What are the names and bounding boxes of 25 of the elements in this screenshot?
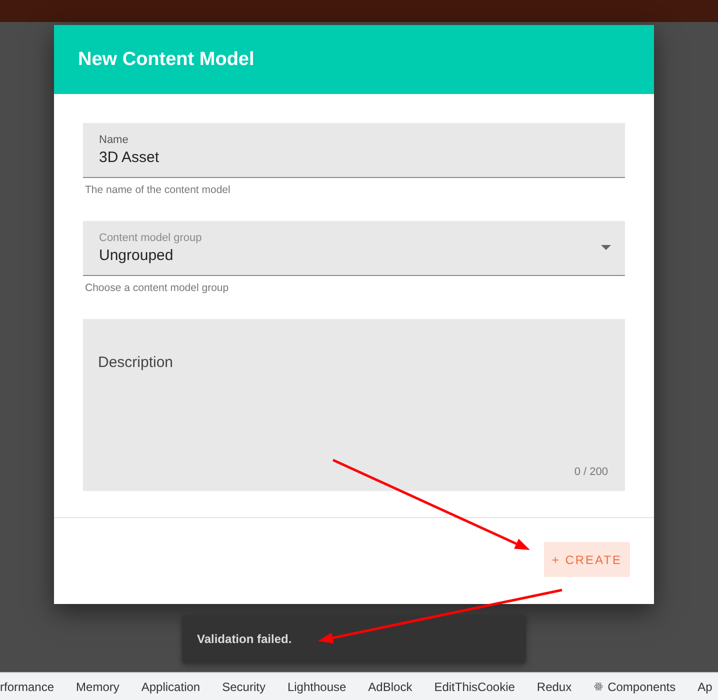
devtools-tab[interactable]: EditThisCookie (434, 673, 515, 700)
field-label: Description (98, 354, 174, 372)
dialog-title: New Content Model (78, 48, 254, 72)
devtools-tab[interactable]: Lighthouse (287, 673, 346, 700)
devtools-tab[interactable]: Memory (76, 673, 120, 700)
helper-text: Choose a content model group (85, 282, 229, 295)
devtools-tab[interactable]: Components (594, 673, 676, 700)
name-field[interactable]: Name 3D Asset (83, 123, 625, 178)
snackbar-message: Validation failed. (197, 631, 292, 647)
devtools-tab[interactable]: rformance (0, 673, 54, 700)
devtools-tab[interactable]: Security (222, 673, 266, 700)
field-label: Name (99, 133, 130, 147)
caret-icon (601, 244, 611, 250)
atom-icon (594, 682, 603, 691)
field-label: Content model group (99, 231, 203, 245)
field-value: Ungrouped (99, 247, 174, 265)
helper-text: The name of the content model (85, 184, 230, 197)
devtools-tab[interactable]: Redux (536, 673, 572, 700)
group-select[interactable]: Content model group Ungrouped (83, 221, 625, 276)
devtools-tab[interactable]: Application (141, 673, 200, 700)
character-counter: 0 / 200 (574, 465, 608, 479)
devtools-tab[interactable]: AdBlock (368, 673, 412, 700)
devtools-tab[interactable]: Ap (698, 673, 712, 700)
description-field[interactable]: Description 0 / 200 (83, 319, 625, 491)
field-value: 3D Asset (99, 149, 160, 167)
